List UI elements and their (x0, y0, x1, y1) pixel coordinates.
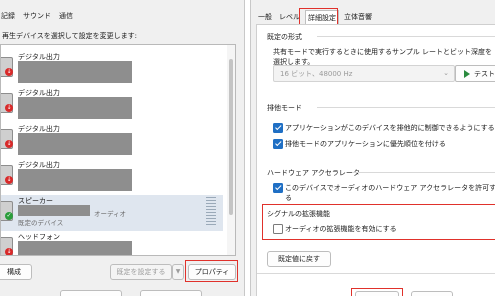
default-format-select[interactable]: 16 ビット、48000 Hz ⌄ (273, 65, 455, 82)
tab-recording[interactable]: 記録 (0, 9, 16, 23)
redacted-info (18, 97, 132, 119)
disconnected-badge-icon: ↓ (5, 248, 13, 255)
device-type: オーディオ (94, 210, 127, 218)
selected-format: 16 ビット、48000 Hz (280, 70, 353, 78)
tab-communications[interactable]: 通信 (58, 9, 74, 23)
test-button[interactable]: テスト (455, 65, 495, 82)
playback-device-list[interactable]: ↓ デジタル出力 ↓ デジタル出力 ↓ デジタル出力 ↓ デジタル出力 ✓ スピ… (0, 44, 236, 256)
device-item-headphones[interactable]: ↓ ヘッドフォン (1, 231, 223, 255)
divider (317, 36, 495, 37)
redacted-info (18, 205, 90, 216)
exclusive-control-checkbox[interactable] (273, 123, 283, 133)
device-item-digital-4[interactable]: ↓ デジタル出力 (1, 159, 223, 195)
hw-accel-heading: ハードウェア アクセラレータ (267, 169, 360, 177)
list-scrollbar[interactable] (227, 45, 235, 255)
disconnected-badge-icon: ↓ (5, 176, 13, 184)
volume-meter (206, 197, 216, 227)
chevron-down-icon: ▼ (175, 268, 181, 275)
device-item-digital-3[interactable]: ↓ デジタル出力 (1, 123, 223, 159)
device-status: 既定のデバイス (18, 219, 64, 227)
exclusive-priority-checkbox[interactable] (273, 139, 283, 149)
default-format-heading: 既定の形式 (267, 33, 302, 41)
sound-tabs: 記録 サウンド 通信 (0, 9, 74, 23)
tab-sounds[interactable]: サウンド (22, 9, 52, 23)
disconnected-badge-icon: ↓ (5, 104, 13, 112)
exclusive-priority-label: 排他モードのアプリケーションに優先順位を付ける (285, 140, 446, 148)
tab-general[interactable]: 一般 (256, 10, 274, 25)
tab-spatial-sound[interactable]: 立体音響 (342, 10, 374, 25)
disconnected-badge-icon: ↓ (5, 68, 13, 76)
test-label: テスト (474, 70, 495, 78)
chevron-down-icon: ⌄ (443, 69, 449, 77)
default-check-badge-icon: ✓ (5, 212, 13, 220)
hw-accel-label: このデバイスでオーディオのハードウェア アクセラレータを許可する (285, 184, 495, 202)
sound-dialog: 記録 サウンド 通信 再生デバイスを選択して設定を変更します: ↓ デジタル出力… (0, 0, 245, 296)
cancel-button-partial[interactable] (411, 291, 453, 296)
redacted-info (18, 61, 132, 83)
set-default-dropdown[interactable]: ▼ (172, 264, 184, 280)
highlight-properties (185, 260, 238, 282)
exclusive-control-label: アプリケーションがこのデバイスを排他的に制御できるようにする (285, 124, 495, 132)
instruction-text: 再生デバイスを選択して設定を変更します: (2, 32, 137, 40)
highlight-advanced-tab (299, 8, 338, 25)
disconnected-badge-icon: ↓ (5, 140, 13, 148)
divider (317, 107, 495, 108)
cancel-button-partial[interactable] (140, 290, 202, 296)
default-format-description: 共有モードで実行するときに使用するサンプル レートとビット深度を選択します。 (273, 48, 493, 66)
restore-defaults-button[interactable]: 既定値に戻す (267, 251, 331, 267)
speaker-properties-dialog: 一般 レベル 詳細設定 立体音響 既定の形式 共有モードで実行するときに使用する… (250, 0, 495, 296)
exclusive-mode-heading: 排他モード (267, 104, 302, 112)
ok-button-partial[interactable] (60, 290, 122, 296)
divider (352, 172, 495, 173)
redacted-info (18, 169, 132, 191)
device-item-digital-2[interactable]: ↓ デジタル出力 (1, 87, 223, 123)
device-item-speaker[interactable]: ✓ スピーカー オーディオ 既定のデバイス (1, 195, 223, 231)
redacted-info (18, 241, 132, 255)
play-icon (464, 70, 470, 78)
ok-button-partial[interactable] (355, 291, 399, 296)
configure-button[interactable]: 構成 (0, 264, 32, 280)
scrollbar-thumb[interactable] (229, 59, 233, 215)
divider (257, 273, 495, 274)
highlight-signal-enhancements (262, 204, 495, 240)
device-item-digital-1[interactable]: ↓ デジタル出力 (1, 51, 223, 87)
redacted-info (18, 133, 132, 155)
set-default-button[interactable]: 既定を設定する (110, 264, 172, 280)
hw-accel-checkbox[interactable] (273, 183, 283, 193)
advanced-panel: 既定の形式 共有モードで実行するときに使用するサンプル レートとビット深度を選択… (256, 24, 495, 296)
